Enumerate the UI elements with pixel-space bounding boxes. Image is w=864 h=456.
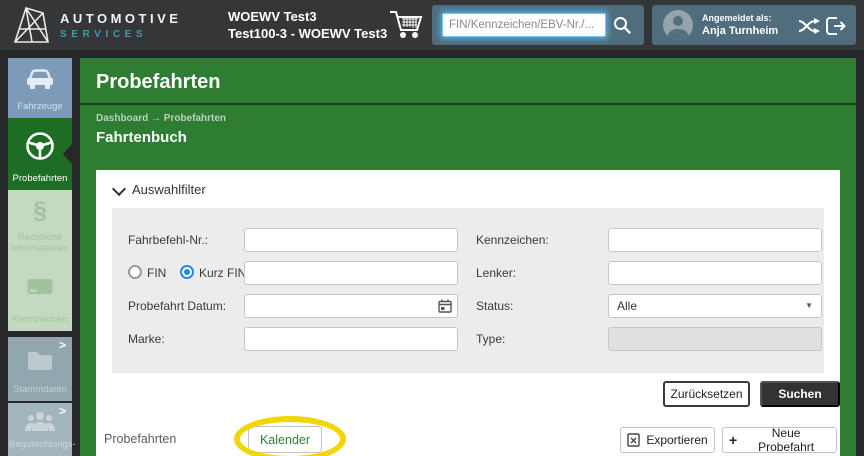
tab-probefahrten[interactable]: Probefahrten [104, 432, 176, 446]
sidebar: Fahrzeuge Probefahrten § Rechtliche Info… [8, 58, 72, 456]
fahrbefehl-input[interactable] [244, 228, 458, 252]
environment-line2: Test100-3 - WOEWV Test3 [228, 25, 387, 42]
header-search-input[interactable] [442, 13, 606, 37]
sidebar-item-begutachtungsstellen[interactable]: > Begutachtungs- [8, 403, 72, 456]
sidebar-item-label: Fahrzeuge [9, 101, 71, 118]
kurz-fin-radio-label[interactable]: Kurz FIN: [199, 266, 250, 280]
header-search-box [432, 5, 644, 45]
dropdown-arrow-icon: ▼ [805, 295, 813, 317]
reset-button[interactable]: Zurücksetzen [663, 381, 750, 407]
car-icon [8, 58, 72, 101]
sidebar-item-label: Rechtliche Informationen [9, 232, 71, 260]
sidebar-item-probefahrten[interactable]: Probefahrten [8, 118, 72, 190]
sidebar-item-label: Kennzeichen [9, 314, 71, 331]
fin-radio-label[interactable]: FIN [147, 266, 166, 280]
tab-kalender-label: Kalender [260, 433, 310, 447]
main-content: Probefahrten Dashboard → Probefahrten Fa… [80, 58, 856, 456]
filter-fields-box: Fahrbefehl-Nr.: Kennzeichen: FIN Kurz FI… [112, 208, 824, 373]
active-item-notch [63, 144, 72, 164]
avatar [663, 10, 693, 40]
section-subtitle: Fahrtenbuch [96, 129, 187, 146]
sidebar-item-kennzeichen[interactable]: Kennzeichen [8, 260, 72, 331]
sidebar-item-label: Begutachtungs- [9, 439, 71, 456]
status-select[interactable]: Alle ▼ [608, 294, 822, 318]
page-title: Probefahrten [96, 71, 220, 94]
marke-input[interactable] [244, 327, 458, 351]
user-name: Anja Turnheim [702, 25, 778, 37]
new-probefahrt-label: Neue Probefahrt [742, 426, 830, 454]
user-box: Angemeldet als: Anja Turnheim [652, 5, 856, 45]
lenker-input[interactable] [608, 261, 822, 285]
datum-input[interactable] [244, 294, 458, 318]
sidebar-item-label: Stammdaten [9, 384, 71, 401]
status-label: Status: [476, 299, 513, 313]
brand-logo-icon [10, 5, 54, 45]
paragraph-icon: § [8, 190, 72, 232]
top-bar: AUTOMOTIVE SERVICES WOEWV Test3 Test100-… [0, 0, 864, 50]
signed-in-label: Angemeldet als: [702, 13, 772, 23]
fin-radio[interactable] [128, 265, 142, 279]
kennzeichen-label: Kennzeichen: [476, 233, 549, 247]
fahrbefehl-label: Fahrbefehl-Nr.: [128, 233, 208, 247]
chevron-right-icon: > [59, 404, 66, 418]
export-button-label: Exportieren [646, 433, 707, 447]
sidebar-item-label: Probefahrten [9, 173, 71, 190]
kurz-fin-input[interactable] [244, 261, 458, 285]
sidebar-item-rechtliche-informationen[interactable]: § Rechtliche Informationen [8, 190, 72, 260]
type-input [608, 327, 822, 351]
marke-label: Marke: [128, 332, 165, 346]
chevron-right-icon: > [59, 338, 66, 352]
tab-kalender[interactable]: Kalender [248, 426, 322, 453]
datum-label: Probefahrt Datum: [128, 299, 226, 313]
filter-panel: Auswahlfilter Fahrbefehl-Nr.: Kennzeiche… [96, 170, 840, 456]
environment-line1: WOEWV Test3 [228, 8, 387, 25]
breadcrumb: Dashboard → Probefahrten [96, 113, 226, 124]
filter-title[interactable]: Auswahlfilter [132, 182, 206, 197]
kennzeichen-input[interactable] [608, 228, 822, 252]
brand-line2: SERVICES [60, 29, 181, 40]
new-probefahrt-button[interactable]: + Neue Probefahrt [722, 427, 837, 453]
app-window: AUTOMOTIVE SERVICES WOEWV Test3 Test100-… [0, 0, 864, 456]
status-select-value: Alle [617, 299, 637, 313]
switch-user-icon[interactable] [798, 18, 820, 34]
excel-export-icon [627, 433, 640, 447]
search-button[interactable]: Suchen [760, 381, 840, 407]
type-label: Type: [476, 332, 505, 346]
plus-icon: + [729, 432, 737, 448]
collapse-chevron-icon[interactable] [112, 182, 126, 196]
breadcrumb-home-link[interactable]: Dashboard [96, 113, 148, 124]
sidebar-item-fahrzeuge[interactable]: Fahrzeuge [8, 58, 72, 118]
logout-icon[interactable] [825, 16, 847, 36]
sidebar-item-stammdaten[interactable]: > Stammdaten [8, 337, 72, 401]
kurz-fin-radio[interactable] [180, 265, 194, 279]
title-divider [80, 103, 856, 105]
search-icon[interactable] [612, 15, 632, 35]
license-plate-icon [8, 260, 72, 314]
cart-icon[interactable] [388, 9, 424, 41]
lenker-label: Lenker: [476, 266, 516, 280]
breadcrumb-arrow-icon: → [151, 113, 161, 124]
environment-title: WOEWV Test3 Test100-3 - WOEWV Test3 [228, 8, 387, 42]
breadcrumb-current: Probefahrten [164, 113, 226, 124]
export-button[interactable]: Exportieren [620, 427, 715, 453]
calendar-icon[interactable] [438, 299, 452, 313]
brand-wordmark: AUTOMOTIVE SERVICES [60, 11, 181, 40]
brand-line1: AUTOMOTIVE [60, 11, 181, 26]
